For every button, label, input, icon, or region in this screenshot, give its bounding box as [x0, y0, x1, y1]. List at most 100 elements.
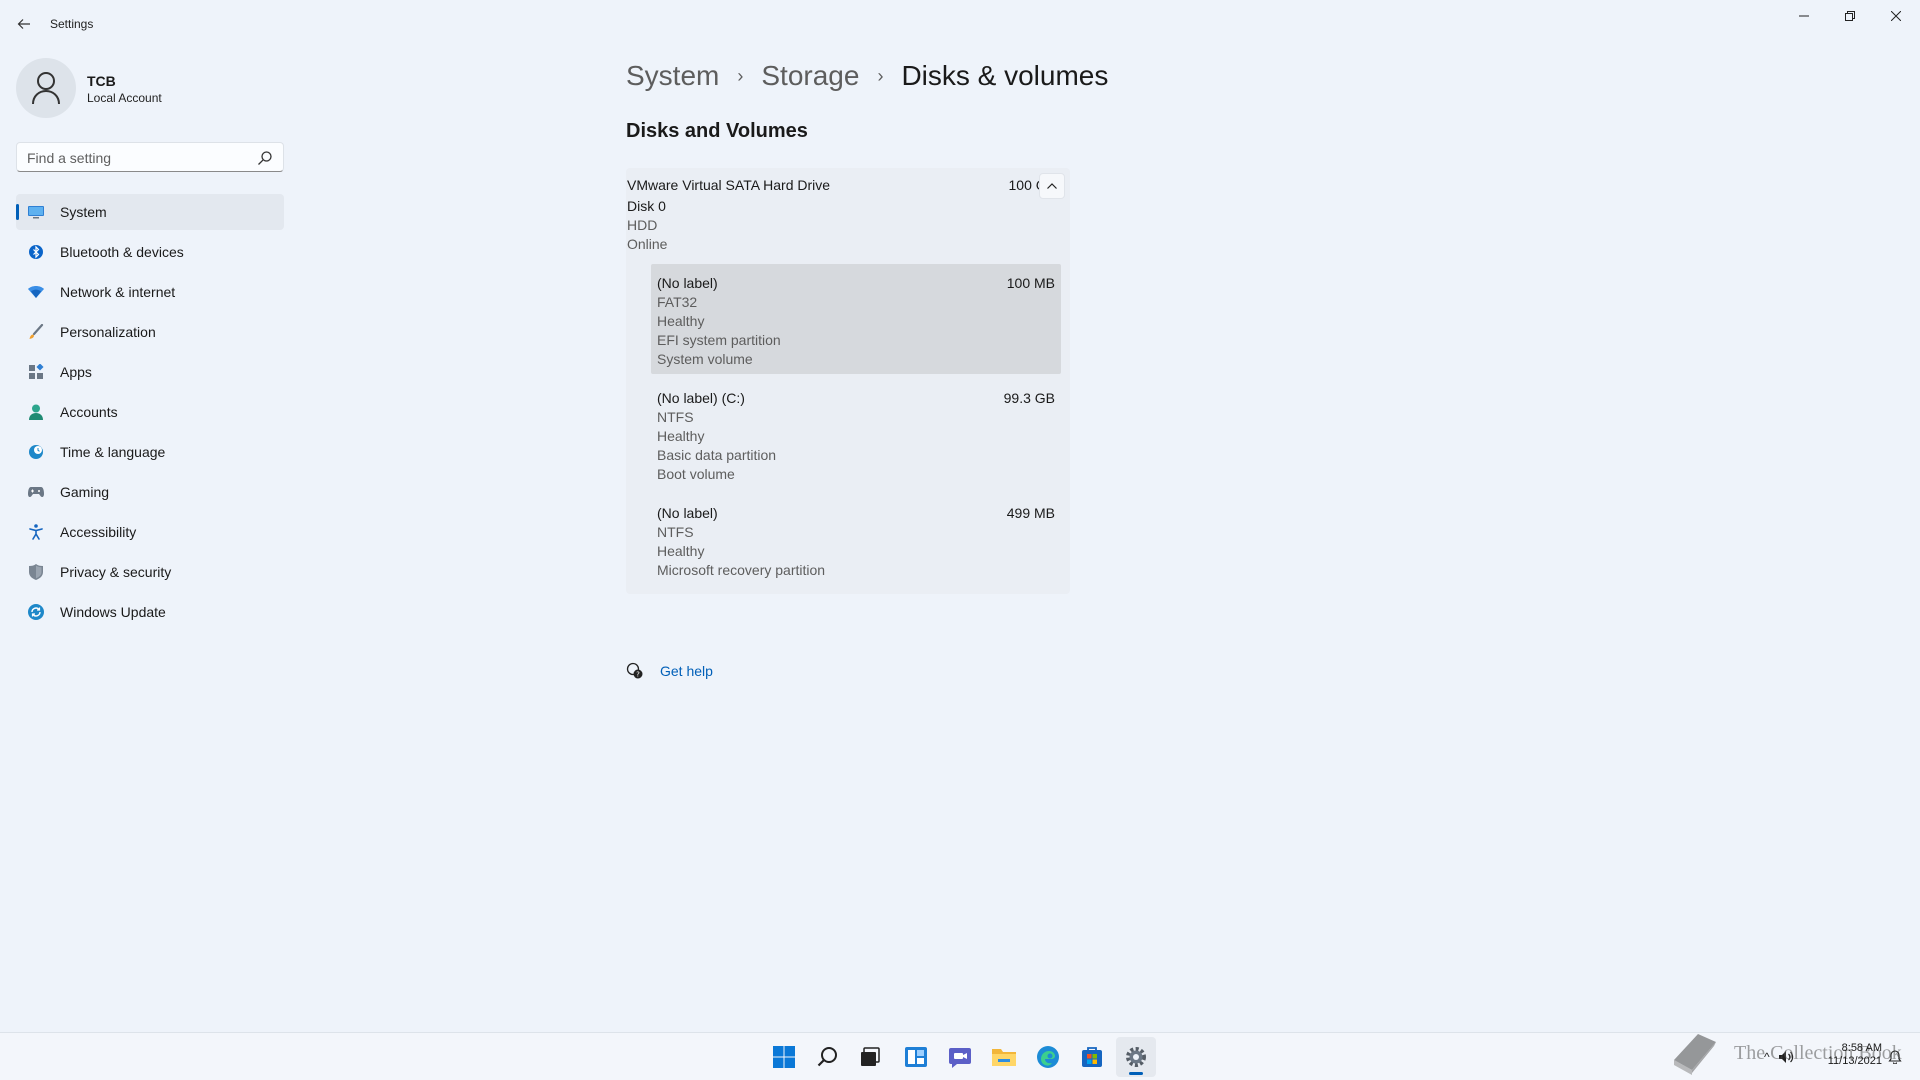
search-input[interactable] [27, 148, 247, 168]
settings-window: Settings TCB Local Account System Blueto… [0, 0, 1920, 1032]
get-help-link[interactable]: Get help [660, 663, 713, 679]
back-arrow-icon [17, 19, 30, 29]
volume-filesystem: FAT32 [657, 294, 698, 310]
sidebar-item-bluetooth[interactable]: Bluetooth & devices [16, 234, 284, 270]
sidebar-item-system[interactable]: System [16, 194, 284, 230]
svg-text:?: ? [636, 671, 640, 679]
disk-card: VMware Virtual SATA Hard Drive 100 GB Di… [626, 168, 1070, 594]
breadcrumb-separator: › [737, 65, 744, 86]
bluetooth-icon [28, 244, 44, 260]
widgets-button[interactable] [896, 1037, 936, 1077]
sidebar-item-time-language[interactable]: Time & language [16, 434, 284, 470]
sidebar-item-gaming[interactable]: Gaming [16, 474, 284, 510]
volume-health: Healthy [657, 313, 705, 329]
settings-icon [1126, 1047, 1146, 1067]
disk-status: Online [627, 236, 668, 252]
sidebar-item-network[interactable]: Network & internet [16, 274, 284, 310]
settings-taskbar-button[interactable] [1116, 1037, 1156, 1077]
chat-button[interactable] [940, 1037, 980, 1077]
search-icon [817, 1047, 837, 1067]
collapse-button[interactable] [1039, 173, 1065, 199]
close-icon [1891, 11, 1901, 21]
restore-icon [1845, 11, 1855, 21]
start-icon [773, 1046, 795, 1068]
gamepad-icon [28, 484, 44, 500]
clock-time: 8:58 AM [1841, 1042, 1882, 1054]
volume-name: (No label) (C:) [657, 390, 745, 406]
sidebar-item-label: Bluetooth & devices [60, 244, 184, 260]
sidebar-item-privacy-security[interactable]: Privacy & security [16, 554, 284, 590]
wifi-icon [28, 284, 44, 300]
monitor-icon [28, 204, 44, 220]
volume-item[interactable]: (No label) 499 MB NTFS Healthy Microsoft… [651, 494, 1061, 584]
clock-date: 11/13/2021 [1827, 1055, 1882, 1067]
section-title: Disks and Volumes [626, 120, 808, 142]
volume-partition-type: Microsoft recovery partition [657, 562, 826, 578]
volume-size: 99.3 GB [1003, 390, 1055, 406]
disk-name: VMware Virtual SATA Hard Drive [627, 177, 831, 193]
sidebar-item-label: Windows Update [60, 604, 166, 620]
page-title: Disks & volumes [901, 60, 1109, 91]
close-button[interactable] [1873, 0, 1919, 32]
sidebar-item-accounts[interactable]: Accounts [16, 394, 284, 430]
person-icon [32, 72, 60, 105]
book-logo-icon [1674, 1034, 1716, 1075]
minimize-icon [1799, 15, 1809, 17]
breadcrumb-system[interactable]: System [626, 60, 719, 92]
restore-button[interactable] [1827, 0, 1873, 32]
volume-filesystem: NTFS [657, 409, 694, 425]
chat-icon [949, 1048, 971, 1068]
disk-type: HDD [627, 217, 658, 233]
get-help[interactable]: ? Get help [626, 660, 713, 682]
start-button[interactable] [764, 1037, 804, 1077]
sidebar-item-label: Apps [60, 364, 92, 380]
back-button[interactable] [12, 12, 36, 36]
file-explorer-icon [992, 1049, 1016, 1066]
sidebar-item-personalization[interactable]: Personalization [16, 314, 284, 350]
volume-partition-type: EFI system partition [657, 332, 781, 348]
sidebar-item-accessibility[interactable]: Accessibility [16, 514, 284, 550]
volume-filesystem: NTFS [657, 524, 694, 540]
taskbar-clock[interactable]: 8:58 AM 11/13/2021 [1820, 1042, 1882, 1068]
update-icon [28, 604, 44, 620]
volume-health: Healthy [657, 543, 705, 559]
disk-header[interactable]: VMware Virtual SATA Hard Drive 100 GB Di… [626, 168, 1070, 258]
file-explorer-button[interactable] [984, 1037, 1024, 1077]
avatar [16, 58, 76, 118]
user-profile[interactable]: TCB Local Account [16, 58, 276, 118]
accessibility-icon [28, 524, 44, 540]
globe-clock-icon [28, 444, 44, 460]
sidebar-item-label: Network & internet [60, 284, 176, 300]
volume-size: 100 MB [1006, 275, 1055, 291]
edge-button[interactable] [1028, 1037, 1068, 1077]
search-icon[interactable] [257, 150, 273, 166]
taskbar: ^ [0, 1032, 1920, 1080]
sidebar-item-label: Gaming [60, 484, 110, 500]
notification-button[interactable] [1886, 1048, 1904, 1066]
breadcrumb-separator: › [877, 65, 884, 86]
sidebar-item-label: Personalization [60, 324, 156, 340]
sidebar-item-windows-update[interactable]: Windows Update [16, 594, 284, 630]
search-box[interactable] [16, 142, 284, 172]
store-button[interactable] [1072, 1037, 1112, 1077]
sidebar-nav: System Bluetooth & devices Network & int… [16, 194, 284, 634]
volume-item[interactable]: (No label) 100 MB FAT32 Healthy EFI syst… [651, 264, 1061, 374]
task-view-button[interactable] [850, 1037, 890, 1077]
sidebar-item-label: Accessibility [60, 524, 137, 540]
store-icon [1082, 1047, 1102, 1067]
chevron-up-icon [1047, 183, 1057, 189]
sidebar-item-label: Privacy & security [60, 564, 172, 580]
profile-account-type: Local Account [87, 91, 162, 105]
volume-partition-type: Basic data partition [657, 447, 777, 463]
sidebar-item-apps[interactable]: Apps [16, 354, 284, 390]
taskbar-search-button[interactable] [808, 1037, 848, 1077]
profile-name: TCB [87, 73, 116, 89]
volume-size: 499 MB [1006, 505, 1055, 521]
shield-icon [28, 564, 44, 580]
notification-icon [1888, 1050, 1902, 1064]
minimize-button[interactable] [1781, 0, 1827, 32]
breadcrumb-storage[interactable]: Storage [761, 60, 859, 92]
volume-item[interactable]: (No label) (C:) 99.3 GB NTFS Healthy Bas… [651, 379, 1061, 489]
help-chat-icon: ? [626, 662, 643, 679]
sidebar-item-label: System [60, 204, 107, 220]
